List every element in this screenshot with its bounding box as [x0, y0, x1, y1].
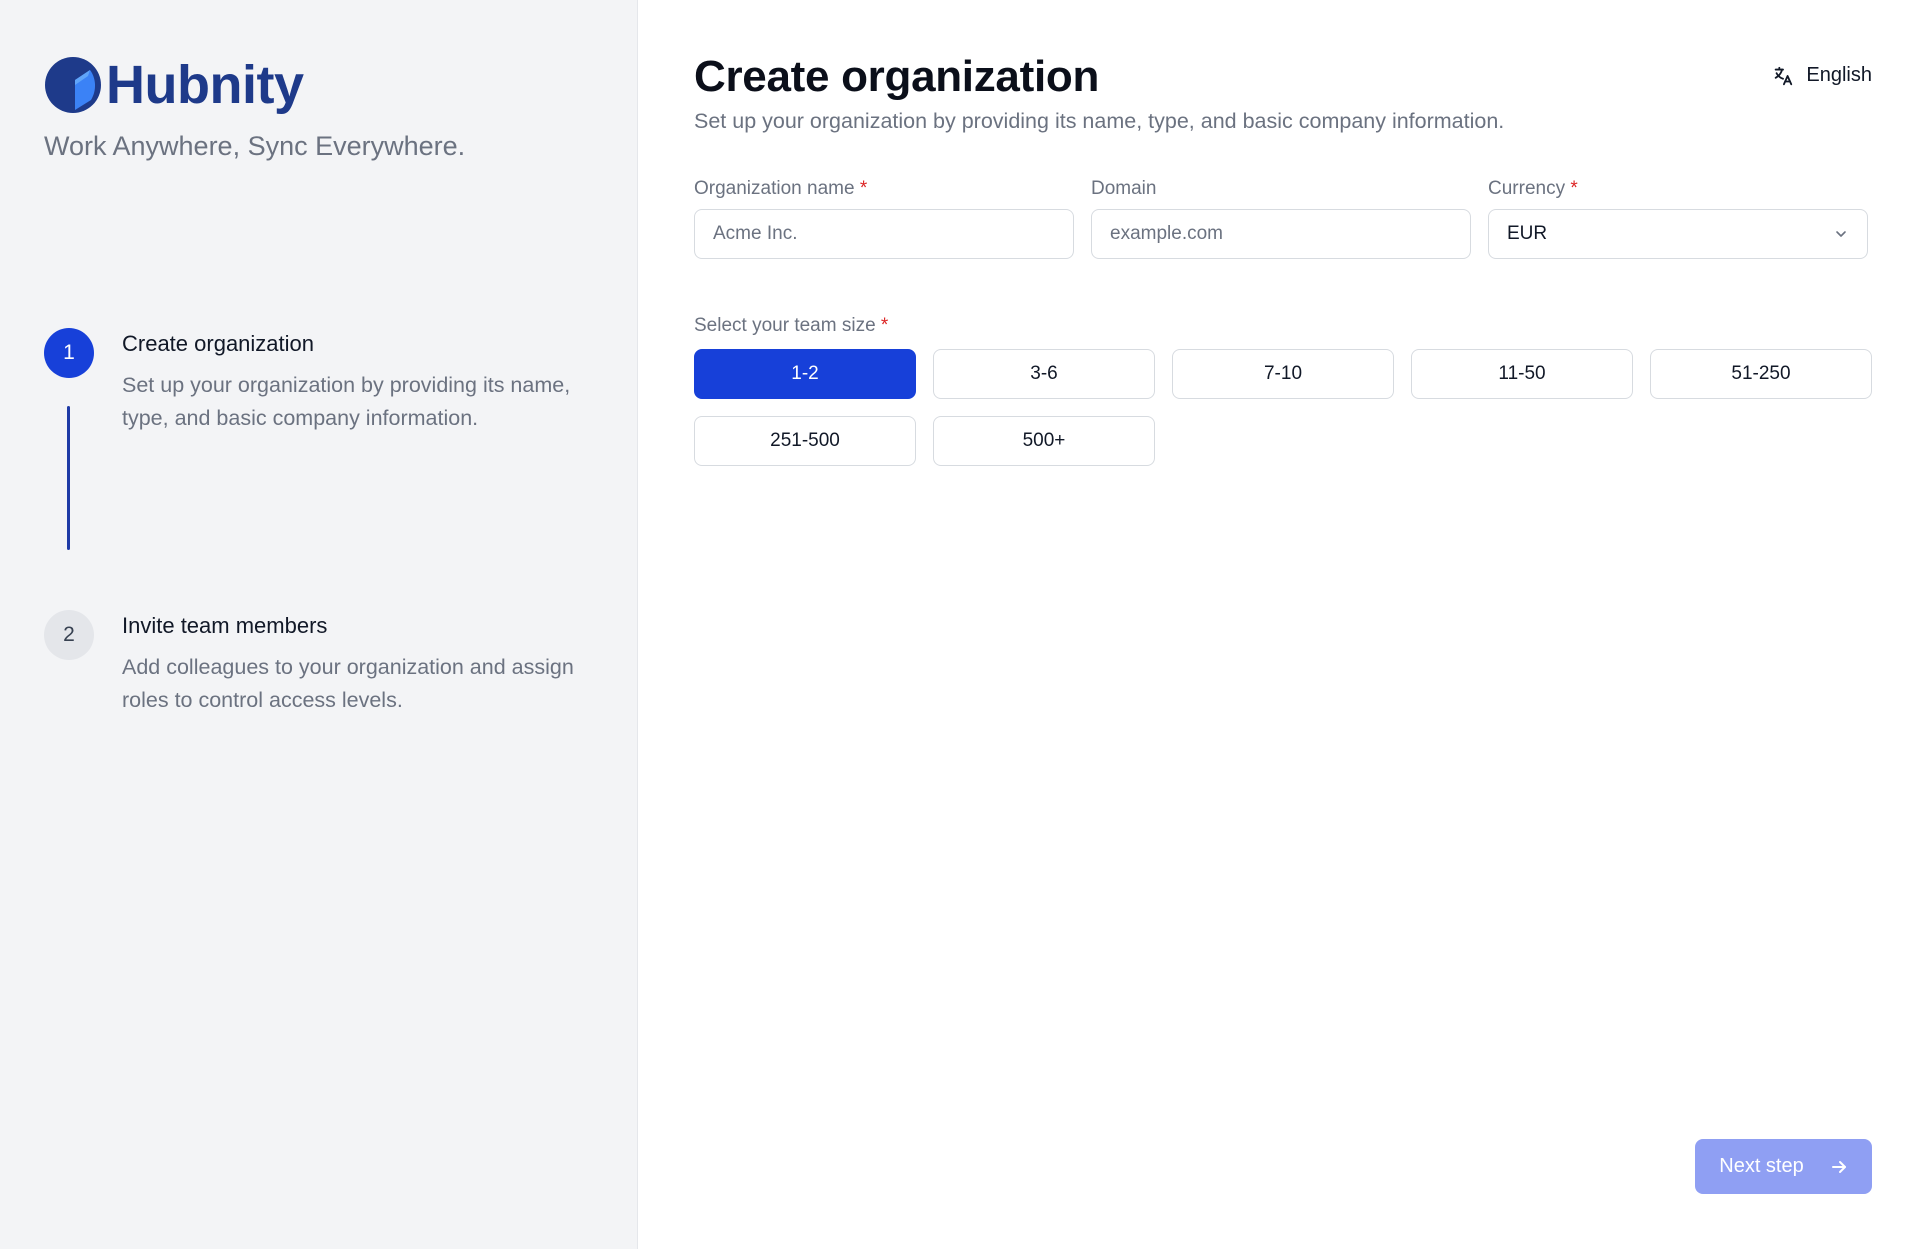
step-invite-team-members: 2 Invite team members Add colleagues to … — [44, 610, 604, 717]
main-content: English Create organization Set up your … — [638, 0, 1920, 1249]
stepper: 1 Create organization Set up your organi… — [44, 328, 604, 717]
team-size-options: 1-2 3-6 7-10 11-50 51-250 251-500 500+ — [694, 348, 1872, 466]
chevron-down-icon — [1836, 230, 1846, 237]
arrow-right-icon — [1831, 1160, 1846, 1173]
step-number-active: 1 — [44, 328, 94, 378]
language-label: English — [1806, 64, 1872, 86]
step-body: Invite team members Add colleagues to yo… — [122, 610, 602, 717]
brand: Hubnity — [44, 54, 593, 116]
team-size-option-7-10[interactable]: 7-10 — [1172, 348, 1394, 399]
sidebar: Hubnity Work Anywhere, Sync Everywhere. … — [0, 0, 638, 1249]
step-number-inactive: 2 — [44, 610, 94, 660]
brand-name: Hubnity — [106, 55, 304, 115]
field-domain: Domain — [1091, 178, 1471, 259]
step-title: Invite team members — [122, 613, 328, 638]
team-size-label: Select your team size * — [694, 315, 1872, 337]
organization-fields: Organization name * Domain Currency * EU… — [694, 178, 1872, 259]
team-size-option-500-plus[interactable]: 500+ — [933, 415, 1155, 466]
step-connector-line — [67, 406, 70, 550]
organization-name-input[interactable] — [694, 208, 1074, 259]
field-organization-name: Organization name * — [694, 178, 1074, 259]
step-create-organization: 1 Create organization Set up your organi… — [44, 328, 604, 610]
next-step-button[interactable]: Next step — [1695, 1139, 1872, 1194]
language-selector[interactable]: English — [1772, 64, 1872, 87]
team-size-option-251-500[interactable]: 251-500 — [694, 415, 916, 466]
field-label: Domain — [1091, 178, 1471, 200]
required-mark: * — [1570, 177, 1578, 199]
next-step-label: Next step — [1719, 1155, 1804, 1177]
label-text: Organization name — [694, 177, 855, 199]
label-text: Select your team size — [694, 314, 876, 336]
page-title: Create organization — [694, 52, 1100, 101]
step-description: Add colleagues to your organization and … — [122, 654, 574, 712]
team-size-option-51-250[interactable]: 51-250 — [1650, 348, 1872, 399]
hubnity-logo-icon — [45, 57, 101, 113]
tagline: Work Anywhere, Sync Everywhere. — [44, 131, 466, 161]
field-label: Organization name * — [694, 178, 1074, 200]
domain-input[interactable] — [1091, 208, 1471, 259]
app-root: Hubnity Work Anywhere, Sync Everywhere. … — [0, 0, 1920, 1249]
label-text: Currency — [1488, 177, 1566, 199]
step-description: Set up your organization by providing it… — [122, 372, 571, 430]
required-mark: * — [880, 314, 889, 336]
step-body: Create organization Set up your organiza… — [122, 328, 602, 610]
currency-value: EUR — [1507, 222, 1548, 244]
team-size-option-11-50[interactable]: 11-50 — [1411, 348, 1633, 399]
currency-select[interactable]: EUR — [1488, 208, 1868, 259]
label-text: Domain — [1091, 177, 1157, 199]
translate-icon — [1775, 66, 1793, 85]
team-size-option-3-6[interactable]: 3-6 — [933, 348, 1155, 399]
page-subtitle: Set up your organization by providing it… — [694, 108, 1505, 133]
field-label: Currency * — [1488, 178, 1868, 200]
team-size-option-1-2[interactable]: 1-2 — [694, 348, 916, 399]
step-title: Create organization — [122, 331, 315, 356]
required-mark: * — [859, 177, 868, 199]
field-currency: Currency * EUR — [1488, 178, 1868, 259]
